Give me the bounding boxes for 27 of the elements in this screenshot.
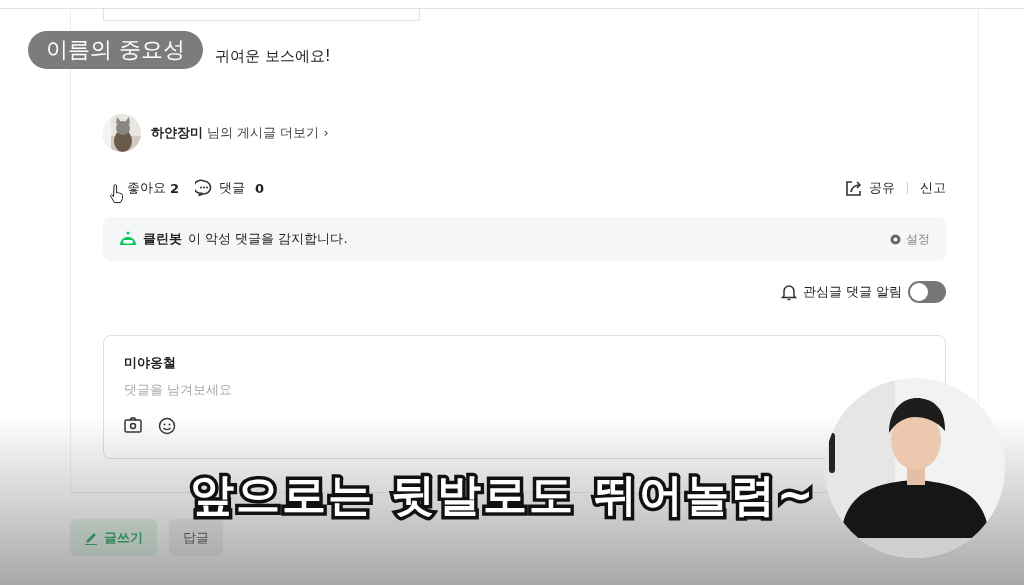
hand-cursor-icon xyxy=(110,184,124,204)
gear-icon xyxy=(889,232,902,246)
more-posts-link[interactable]: 님의 게시글 더보기 › xyxy=(207,125,329,140)
camera-icon xyxy=(124,417,142,433)
subtitle: 앞으로는 뒷발로도 뛰어놀렴~ xyxy=(190,468,816,522)
comment-icon xyxy=(195,179,214,197)
settings-link[interactable]: 설정 xyxy=(906,230,930,248)
like-button[interactable]: 좋아요 xyxy=(127,179,166,197)
cleanbot-message: 이 악성 댓글을 감지합니다. xyxy=(188,230,348,248)
notify-label: 관심글 댓글 알림 xyxy=(802,283,902,301)
pencil-icon xyxy=(84,530,98,545)
report-button[interactable]: 신고 xyxy=(920,179,946,197)
bell-icon xyxy=(780,283,797,301)
share-icon xyxy=(845,179,863,197)
comment-button[interactable]: 댓글 xyxy=(219,179,246,197)
comment-count: 0 xyxy=(255,180,265,196)
robot-icon xyxy=(119,231,137,247)
smiley-icon xyxy=(158,417,176,435)
cleanbot-name: 클린봇 xyxy=(143,230,182,248)
like-count: 2 xyxy=(170,180,180,196)
video-title-badge: 이름의 중요성 xyxy=(28,31,203,69)
post-text: 귀여운 보스에요! xyxy=(215,47,332,67)
author-name[interactable]: 하얀장미 xyxy=(151,125,203,140)
notify-toggle[interactable] xyxy=(908,281,946,303)
commenter-name: 미야옹철 xyxy=(124,354,177,372)
share-button[interactable]: 공유 xyxy=(869,179,895,197)
reply-button[interactable]: 답글 xyxy=(169,519,223,556)
